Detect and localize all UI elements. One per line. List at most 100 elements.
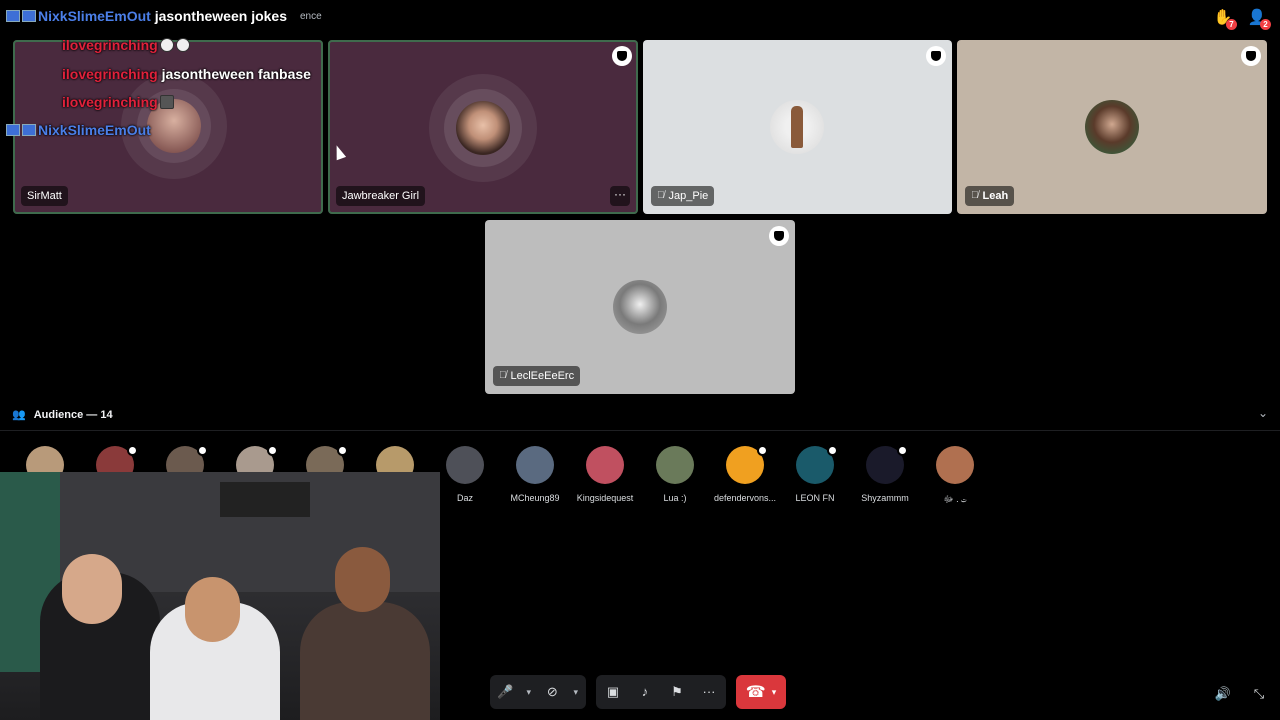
audience-member[interactable]: LEON FN: [780, 445, 850, 503]
chat-line: NixkSlimeEmOut: [6, 122, 151, 138]
audience-member-name: Daz: [456, 493, 473, 503]
moderator-badge-icon: [926, 46, 946, 66]
streamer-webcam: [0, 472, 440, 720]
speaker-name-label: Jawbreaker Girl: [342, 190, 420, 202]
chat-username: ilovegrinching: [62, 66, 158, 82]
speaker-name: SirMatt: [21, 186, 68, 206]
moderator-badge-icon: [337, 445, 348, 456]
audience-member-name: MCheung89: [510, 493, 560, 503]
raised-hand-icon[interactable]: ✋ 7: [1212, 8, 1237, 30]
speaker-name: Jawbreaker Girl: [336, 186, 426, 206]
avatar: [613, 280, 667, 334]
audience-member-name: Lua :): [663, 493, 687, 503]
chat-message: jasontheween jokes: [154, 8, 287, 24]
moderator-badge-icon: [1241, 46, 1261, 66]
webcam-person-face: [62, 554, 122, 624]
speaker-tile-jawbreaker-girl[interactable]: Jawbreaker Girl ···: [328, 40, 638, 214]
audience-request-icon[interactable]: 👤 2: [1246, 8, 1271, 30]
chat-line: NixkSlimeEmOut jasontheween jokes: [6, 8, 287, 24]
audience-member[interactable]: MCheung89: [500, 446, 570, 503]
chat-message: jasontheween fanbase: [161, 66, 311, 82]
more-icon[interactable]: ···: [698, 681, 720, 703]
bottom-right-controls: 🔊 ⤡: [1212, 683, 1270, 705]
mic-options-chevron-icon[interactable]: ▾: [525, 687, 533, 698]
muted-mic-icon: 🎙̸: [657, 190, 665, 201]
invite-icon[interactable]: ⚑: [666, 681, 688, 703]
more-options-button[interactable]: ···: [610, 186, 630, 206]
speaker-name: 🎙̸ Leah: [965, 186, 1015, 206]
moderator-badge-icon: [197, 445, 208, 456]
audience-member-name: Kingsidequest: [576, 493, 634, 503]
moderator-badge-icon: [827, 445, 838, 456]
avatar: [726, 445, 768, 484]
emote-icon: [175, 38, 190, 52]
activity-controls: ▣ ♪ ⚑ ···: [596, 675, 726, 709]
audience-member-name: ت . ﷻ: [943, 494, 967, 504]
audience-member[interactable]: Shyzammm: [850, 445, 920, 503]
webcam-person: [300, 602, 430, 720]
mic-icon[interactable]: 🎤: [496, 681, 515, 703]
hangup-icon: ☎: [745, 684, 766, 701]
screen-share-icon[interactable]: ▣: [602, 681, 624, 703]
audience-header[interactable]: 👥 Audience — 14: [12, 408, 113, 422]
speaker-name: 🎙̸ Jap_Pie: [651, 186, 715, 206]
audience-request-badge: 2: [1260, 19, 1271, 30]
audience-member[interactable]: Daz: [430, 446, 500, 503]
disconnect-button[interactable]: ☎ ▾: [736, 675, 786, 709]
channel-title: ence: [300, 11, 322, 22]
chat-line: ilovegrinching: [62, 37, 190, 53]
badge-icon: [22, 124, 36, 136]
volume-icon[interactable]: 🔊: [1212, 683, 1234, 705]
audience-member[interactable]: Kingsidequest: [570, 446, 640, 503]
speaker-tile-jap-pie[interactable]: 🎙̸ Jap_Pie: [643, 40, 952, 214]
camera-options-chevron-icon[interactable]: ▾: [572, 687, 580, 698]
avatar: [866, 445, 908, 484]
speaker-tile-leah[interactable]: 🎙̸ Leah: [957, 40, 1267, 214]
raised-hand-badge: 7: [1226, 19, 1237, 30]
chat-username: NixkSlimeEmOut: [38, 8, 151, 24]
speaker-name-label: Jap_Pie: [668, 190, 709, 202]
webcam-person-face: [335, 547, 390, 612]
camera-off-icon[interactable]: ⊘: [543, 681, 562, 703]
moderator-badge-icon: [897, 445, 908, 456]
chevron-down-icon[interactable]: ⌄: [1258, 406, 1268, 420]
exit-fullscreen-icon[interactable]: ⤡: [1248, 683, 1270, 705]
speaker-tile-leclee[interactable]: 🎙̸ LeclEeEeErc: [485, 220, 795, 394]
audience-member[interactable]: defendervons...: [710, 445, 780, 503]
badge-icon: [6, 10, 20, 22]
webcam-person-face: [185, 577, 240, 642]
audience-member-name: defendervons...: [713, 493, 777, 503]
avatar: [516, 446, 554, 484]
media-controls: 🎤 ▾ ⊘ ▾: [490, 675, 586, 709]
avatar: [770, 100, 824, 154]
avatar: [456, 101, 510, 155]
badge-icon: [22, 10, 36, 22]
audience-member[interactable]: ت . ﷻ: [920, 446, 990, 507]
moderator-badge-icon: [757, 445, 768, 456]
avatar: [796, 445, 838, 484]
speaker-name-label: SirMatt: [27, 190, 62, 202]
speaker-name-label: Leah: [982, 190, 1009, 202]
audience-icon: 👥: [12, 409, 26, 421]
soundboard-icon[interactable]: ♪: [634, 681, 656, 703]
webcam-monitor: [220, 482, 310, 517]
audience-member-name: Shyzammm: [861, 493, 909, 503]
audience-member-name: LEON FN: [795, 493, 835, 503]
speaker-name: 🎙̸ LeclEeEeErc: [493, 366, 581, 386]
chat-line: ilovegrinching: [62, 94, 174, 110]
audience-member[interactable]: Lua :): [640, 446, 710, 503]
avatar: [656, 446, 694, 484]
emote-icon: [159, 38, 174, 52]
moderator-badge-icon: [769, 226, 789, 246]
emote-icon: [159, 95, 174, 109]
avatar: [936, 446, 974, 484]
moderator-badge-icon: [612, 46, 632, 66]
chat-username: ilovegrinching: [62, 37, 158, 53]
avatar-figure: [791, 106, 803, 148]
top-right-icons: ✋ 7 👤 2: [1212, 8, 1271, 30]
audience-label: Audience — 14: [33, 408, 113, 421]
chat-username: ilovegrinching: [62, 94, 158, 110]
hangup-chevron-icon: ▾: [771, 686, 777, 697]
muted-mic-icon: 🎙̸: [499, 370, 507, 381]
divider: [0, 430, 1280, 431]
